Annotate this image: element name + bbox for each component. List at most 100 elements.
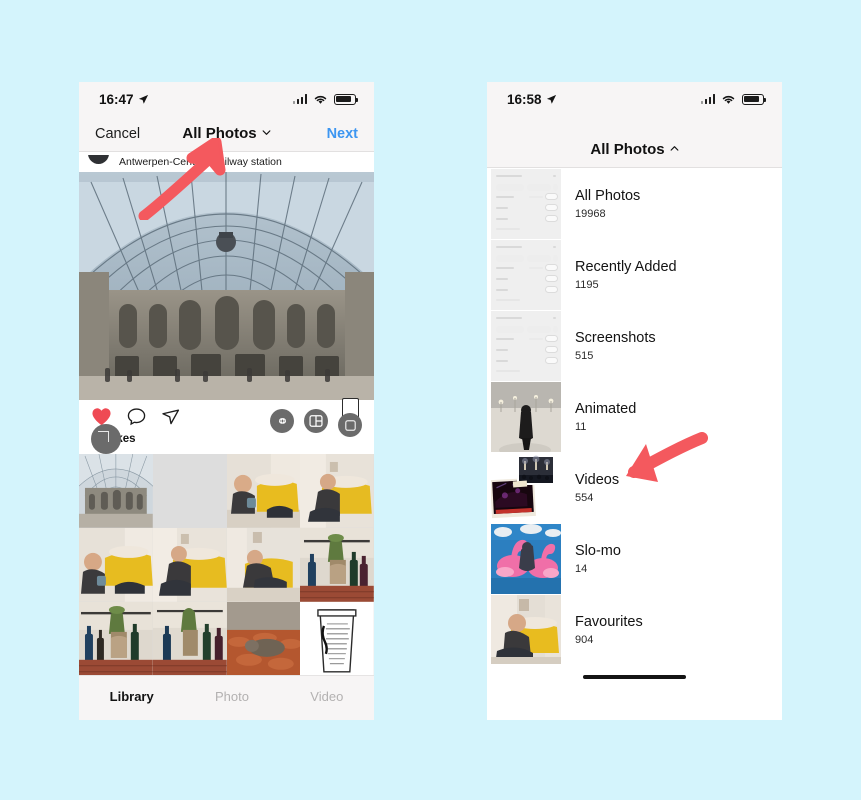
album-meta: All Photos 19968: [575, 188, 640, 220]
picker-nav-bar: Cancel All Photos Next: [79, 116, 374, 152]
man-chair-cat-thumb: [300, 454, 374, 528]
avatar: [85, 155, 111, 169]
grid-thumb[interactable]: [226, 527, 301, 602]
album-name: Screenshots: [575, 329, 656, 346]
chevron-up-icon: [670, 146, 679, 151]
album-row-screenshots[interactable]: Screenshots 515: [487, 310, 782, 381]
status-bar: 16:58: [487, 82, 782, 116]
post-location-label: Antwerpen-Centraal railway station: [119, 156, 282, 168]
man-chair-thumb: [226, 527, 301, 602]
right-phone-screen: 16:58 All Photos All Photos 19968 Recent…: [487, 82, 782, 720]
grid-thumb[interactable]: [300, 454, 374, 528]
home-indicator: [79, 717, 374, 720]
paper-plane-icon[interactable]: [161, 407, 180, 426]
album-thumbnail: [491, 594, 561, 664]
album-row-favourites[interactable]: Favourites 904: [487, 594, 782, 664]
grid-thumb[interactable]: [79, 601, 153, 676]
man-chair-cat-thumb: [79, 527, 153, 602]
album-thumbnail: [491, 381, 561, 452]
album-nav-bar: All Photos: [487, 116, 782, 168]
camera-mode-tabs: Library Photo Video: [79, 675, 374, 718]
grid-thumb[interactable]: [152, 454, 227, 528]
signal-bars-icon: [700, 94, 715, 104]
concert-stage-stack-thumb: [491, 454, 555, 518]
cat-shelf-bottles-thumb: [152, 601, 227, 676]
grid-thumb[interactable]: [226, 601, 301, 676]
status-icons: [292, 93, 359, 105]
man-chair-cat-thumb: [226, 454, 301, 528]
album-meta: Screenshots 515: [575, 330, 656, 362]
album-count: 554: [575, 491, 594, 504]
album-title-dropdown[interactable]: All Photos: [590, 141, 679, 158]
album-meta: Animated 11: [575, 401, 636, 433]
grid-thumb[interactable]: [152, 527, 227, 602]
album-name: All Photos: [575, 187, 641, 204]
grid-thumb[interactable]: [152, 601, 227, 676]
wifi-icon: [722, 95, 735, 104]
album-thumbnail-stack: [491, 453, 561, 523]
next-button[interactable]: Next: [327, 126, 358, 142]
location-arrow-icon: [546, 94, 556, 104]
hero-photo: [79, 172, 374, 400]
album-count: 904: [575, 633, 594, 646]
station-photo-thumb: [79, 454, 153, 528]
liker-avatar: [91, 424, 121, 454]
album-thumbnail: [491, 523, 561, 594]
album-count: 1195: [575, 278, 599, 291]
expand-icon[interactable]: [338, 398, 362, 437]
album-row-slo-mo[interactable]: Slo-mo 14: [487, 523, 782, 594]
album-meta: Favourites 904: [575, 614, 643, 646]
screenshot-canvas: 16:47 Cancel All Photos Next Antwerpen-C…: [0, 0, 861, 800]
tab-photo[interactable]: Photo: [215, 689, 249, 704]
photo-grid: [79, 454, 374, 676]
grid-thumb[interactable]: [300, 527, 374, 602]
picker-tools: [270, 398, 362, 437]
album-name: Favourites: [575, 613, 643, 630]
home-indicator: [487, 664, 782, 690]
likes-row: likes: [91, 424, 136, 454]
night-street-thumb: [491, 381, 561, 452]
album-name: Slo-mo: [575, 542, 621, 559]
cat-shelf-bottles-thumb: [79, 601, 153, 676]
cat-shelf-bottles-thumb: [300, 527, 374, 602]
status-time-group: 16:47: [99, 92, 149, 107]
album-title-label: All Photos: [590, 141, 665, 158]
infinity-icon[interactable]: [270, 409, 294, 433]
album-count: 515: [575, 349, 594, 362]
album-row-animated[interactable]: Animated 11: [487, 381, 782, 452]
post-header: Antwerpen-Centraal railway station: [79, 152, 374, 172]
coffee-cup-drawing-thumb: [300, 601, 374, 676]
album-row-all-photos[interactable]: All Photos 19968: [487, 168, 782, 239]
album-row-videos[interactable]: Videos 554: [487, 452, 782, 523]
album-meta: Videos 554: [575, 472, 619, 504]
album-name: Animated: [575, 400, 637, 417]
railway-station-illustration: [79, 172, 374, 400]
album-name: Recently Added: [575, 258, 677, 275]
status-time: 16:58: [507, 91, 542, 107]
album-count: 14: [575, 562, 588, 575]
signal-bars-icon: [292, 94, 307, 104]
status-time: 16:47: [99, 91, 134, 107]
grid-thumb[interactable]: [226, 454, 301, 528]
grid-thumb[interactable]: [300, 601, 374, 676]
album-title-label: All Photos: [182, 125, 257, 142]
cancel-button[interactable]: Cancel: [95, 126, 140, 142]
album-thumbnail: [491, 310, 561, 381]
location-arrow-icon: [138, 94, 148, 104]
grid-thumb[interactable]: [79, 454, 153, 528]
grid-thumb[interactable]: [79, 527, 153, 602]
left-phone-screen: 16:47 Cancel All Photos Next Antwerpen-C…: [79, 82, 374, 720]
tab-video[interactable]: Video: [310, 689, 343, 704]
cat-on-blanket-thumb: [226, 601, 301, 676]
album-thumbnail: [491, 168, 561, 239]
status-time-group: 16:58: [507, 92, 557, 107]
battery-icon: [742, 93, 767, 105]
pink-flamingo-pool-thumb: [491, 523, 561, 594]
album-row-recently-added[interactable]: Recently Added 1195: [487, 239, 782, 310]
layout-icon[interactable]: [304, 409, 328, 433]
album-list: All Photos 19968 Recently Added 1195 Scr…: [487, 168, 782, 664]
album-meta: Slo-mo 14: [575, 543, 621, 575]
album-count: 19968: [575, 207, 606, 220]
tab-library[interactable]: Library: [110, 689, 154, 704]
wifi-icon: [314, 95, 327, 104]
